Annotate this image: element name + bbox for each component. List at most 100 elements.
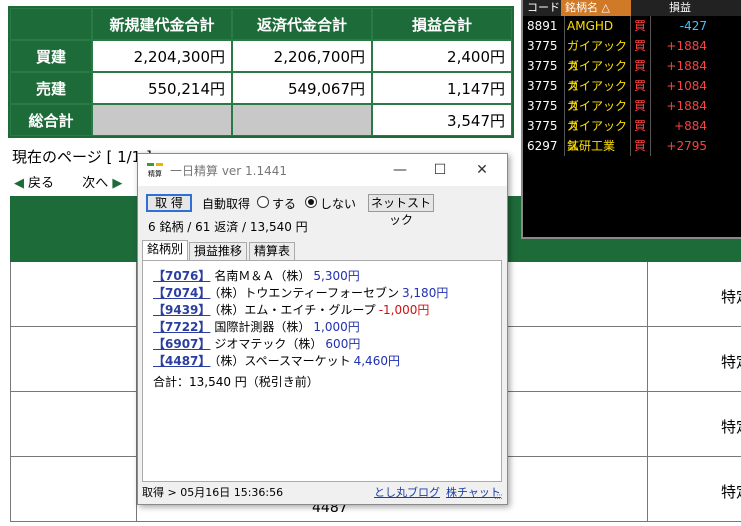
stock-side: 買 (630, 56, 649, 76)
stock-name: （株）トウエンティーフォーセブン (214, 286, 399, 300)
stock-side: 買 (630, 116, 649, 136)
stock-code-link[interactable]: 【4487】 (153, 354, 210, 368)
fetch-button[interactable]: 取 得 (146, 194, 192, 212)
stock-name: 国際計測器（株） (214, 320, 311, 334)
stock-name: ガイアックス (564, 96, 629, 133)
stock-amount: 5,300円 (313, 269, 360, 283)
list-item[interactable]: 8891 AMGHD 買 -427 (523, 16, 711, 36)
tab-pl-trend[interactable]: 損益推移 (189, 242, 248, 261)
tab-by-stock[interactable]: 銘柄別 (142, 240, 189, 262)
stock-code-link[interactable]: 【7722】 (153, 320, 210, 334)
stock-code: 8891 (527, 19, 558, 33)
stock-amount: 3,180円 (401, 286, 449, 300)
stock-side: 買 (630, 96, 649, 116)
close-button[interactable]: ✕ (462, 158, 502, 182)
stock-name: ジオマテック（株） (214, 337, 323, 351)
buy-new-total: 2,204,300円 (92, 40, 232, 72)
col-pl-header[interactable]: 損益 (669, 0, 691, 16)
col-name-header[interactable]: 銘柄名 △ (561, 0, 631, 16)
stock-side: 買 (630, 16, 649, 36)
row-type: 特定 (721, 418, 741, 436)
total-line: 合計：13,540 円（税引き前） (153, 375, 319, 389)
stock-name: 鉱研工業 (564, 136, 629, 156)
sell-pl-total: 1,147円 (372, 72, 512, 104)
page-nav: ◀ 戻る 次へ ▶ (14, 172, 122, 191)
sell-new-total: 550,214円 (92, 72, 232, 104)
list-item: 【6907】 ジオマテック（株） 600円 (153, 335, 360, 352)
row-label-buy: 買建 (10, 40, 92, 72)
stock-name: （株）スペースマーケット (214, 354, 351, 368)
app-icon-label: 精算 (148, 169, 162, 178)
blog-link[interactable]: とし丸ブログ (374, 484, 440, 502)
auto-on-radio[interactable] (257, 196, 269, 208)
list-item[interactable]: 3775 ガイアックス買 +1884 (523, 36, 711, 73)
stock-code: 3775 (527, 119, 558, 133)
buy-pl-total: 2,400円 (372, 40, 512, 72)
stock-name: ガイアックス (564, 116, 629, 153)
stock-code: 6297 (527, 139, 558, 153)
auto-off-label[interactable]: しない (320, 195, 356, 212)
window-title: 一日精算 ver 1.1441 (170, 164, 288, 178)
next-arrow-icon: ▶ (112, 176, 123, 191)
sell-repay-total: 549,067円 (232, 72, 372, 104)
stock-pl: +1884 (650, 96, 707, 116)
stock-result-list: 【7076】 名南Ｍ＆Ａ（株） 5,300円【7074】 （株）トウエンティーフォーセ… (142, 260, 502, 482)
stock-pl: -427 (650, 16, 707, 36)
list-item[interactable]: 3775 ガイアックス買 +1884 (523, 96, 711, 133)
stock-code-link[interactable]: 【9439】 (153, 303, 210, 317)
auto-off-radio[interactable] (305, 196, 317, 208)
list-item: 【7722】 国際計測器（株） 1,000円 (153, 318, 360, 335)
stock-side: 買 (630, 76, 649, 96)
stock-code: 3775 (527, 99, 558, 113)
stock-code-link[interactable]: 【7074】 (153, 286, 210, 300)
stock-name: ガイアックス (564, 56, 629, 93)
list-item[interactable]: 6297 鉱研工業買 +2795 (523, 136, 711, 156)
list-item[interactable]: 3775 ガイアックス買 +1884 (523, 56, 711, 93)
row-type: 特定 (721, 288, 741, 306)
stock-name: 名南Ｍ＆Ａ（株） (214, 269, 311, 283)
stock-pl: +1084 (650, 76, 707, 96)
minimize-button[interactable]: — (380, 158, 420, 182)
netstock-button[interactable]: ネットストック (368, 194, 434, 227)
back-link[interactable]: 戻る (28, 172, 54, 191)
stock-pl: +1884 (650, 56, 707, 76)
buy-repay-total: 2,206,700円 (232, 40, 372, 72)
list-item[interactable]: 3775 ガイアックス買 +1084 (523, 76, 711, 113)
stock-side: 買 (630, 136, 649, 156)
tab-settlement-table[interactable]: 精算表 (249, 242, 296, 261)
current-page-label: 現在のページ [ 1/1 ] (12, 148, 152, 166)
stock-code-link[interactable]: 【6907】 (153, 337, 210, 351)
row-type: 特定 (721, 483, 741, 501)
row-label-grand: 総合計 (10, 104, 92, 136)
col-code-header[interactable]: コード (527, 0, 560, 16)
auto-fetch-label: 自動取得 (202, 197, 251, 211)
header-new-total: 新規建代金合計 (92, 8, 232, 40)
stock-amount: 4,460円 (353, 354, 400, 368)
list-item: 【4487】 （株）スペースマーケット 4,460円 (153, 352, 400, 369)
chat-link[interactable]: 株チャット (446, 484, 501, 502)
status-text: 取得 > 05月16日 15:36:56 (142, 486, 284, 499)
stock-amount: -1,000円 (378, 303, 430, 317)
settlement-window: 精算 一日精算 ver 1.1441 — ☐ ✕ 取 得 自動取得 する しない… (137, 153, 508, 505)
maximize-button[interactable]: ☐ (420, 158, 460, 182)
back-arrow-icon: ◀ (14, 176, 24, 191)
stock-amount: 600円 (325, 337, 361, 351)
summary-table: 新規建代金合計 返済代金合計 損益合計 買建 2,204,300円 2,206,… (8, 6, 514, 138)
list-item: 【9439】 （株）エム・エイチ・グループ -1,000円 (153, 301, 429, 318)
stock-code-link[interactable]: 【7076】 (153, 269, 210, 283)
header-repay-total: 返済代金合計 (232, 8, 372, 40)
stock-pl: +1884 (650, 36, 707, 56)
header-pl-total: 損益合計 (372, 8, 512, 40)
status-bar: 取得 > 05月16日 15:36:56 とし丸ブログ 株チャット .::: (142, 484, 503, 502)
title-bar[interactable]: 精算 一日精算 ver 1.1441 — ☐ ✕ (138, 154, 507, 186)
list-item[interactable]: 3775 ガイアックス買 +884 (523, 116, 711, 153)
resize-grip-icon[interactable]: .::: (494, 488, 503, 506)
stock-list-panel: コード 銘柄名 △ 損益 8891 AMGHD 買 -427 3775 ガイアックス買 +1… (521, 0, 741, 239)
auto-on-label[interactable]: する (272, 195, 296, 212)
app-icon: 精算 (146, 161, 164, 179)
stock-code: 3775 (527, 79, 558, 93)
next-link[interactable]: 次へ (82, 172, 108, 191)
stock-code: 3775 (527, 59, 558, 73)
stock-name: ガイアックス (564, 36, 629, 73)
summary-corner (10, 8, 92, 40)
